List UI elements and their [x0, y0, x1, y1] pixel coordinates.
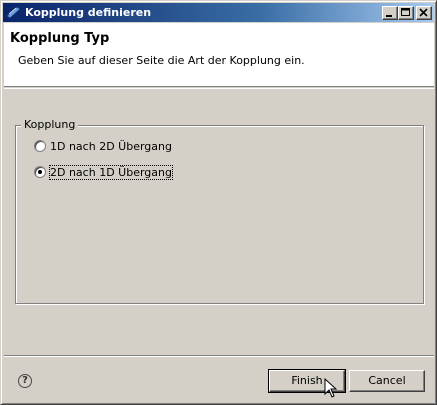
minimize-icon — [386, 15, 392, 17]
finish-button-label: Finish — [291, 374, 323, 387]
eclipse-app-icon — [6, 6, 21, 19]
window-title: Kopplung definieren — [25, 6, 152, 19]
cancel-button[interactable]: Cancel — [349, 370, 425, 392]
radio-dot — [38, 170, 42, 174]
dialog-window: Kopplung definieren Kopplung Typ Geben S… — [0, 0, 437, 405]
footer-divider — [4, 355, 434, 357]
option-label[interactable]: 1D nach 2D Übergang — [50, 140, 172, 153]
maximize-icon — [401, 8, 410, 16]
header-divider — [4, 88, 434, 89]
close-button[interactable] — [416, 6, 432, 20]
wizard-header: Kopplung Typ Geben Sie auf dieser Seite … — [4, 23, 434, 87]
radio-button-checked[interactable] — [34, 166, 46, 178]
close-icon — [419, 8, 428, 17]
coupling-group-label: Kopplung — [21, 118, 79, 131]
radio-button-unchecked[interactable] — [34, 140, 46, 152]
maximize-button[interactable] — [398, 6, 414, 20]
minimize-button[interactable] — [382, 6, 398, 20]
cancel-button-label: Cancel — [368, 374, 406, 387]
page-title: Kopplung Typ — [10, 31, 110, 46]
mouse-cursor-icon — [324, 378, 338, 398]
page-description: Geben Sie auf dieser Seite die Art der K… — [18, 54, 305, 67]
help-icon[interactable]: ? — [18, 374, 32, 388]
title-bar[interactable]: Kopplung definieren — [3, 3, 434, 22]
option-label[interactable]: 2D nach 1D Übergang — [49, 165, 173, 180]
